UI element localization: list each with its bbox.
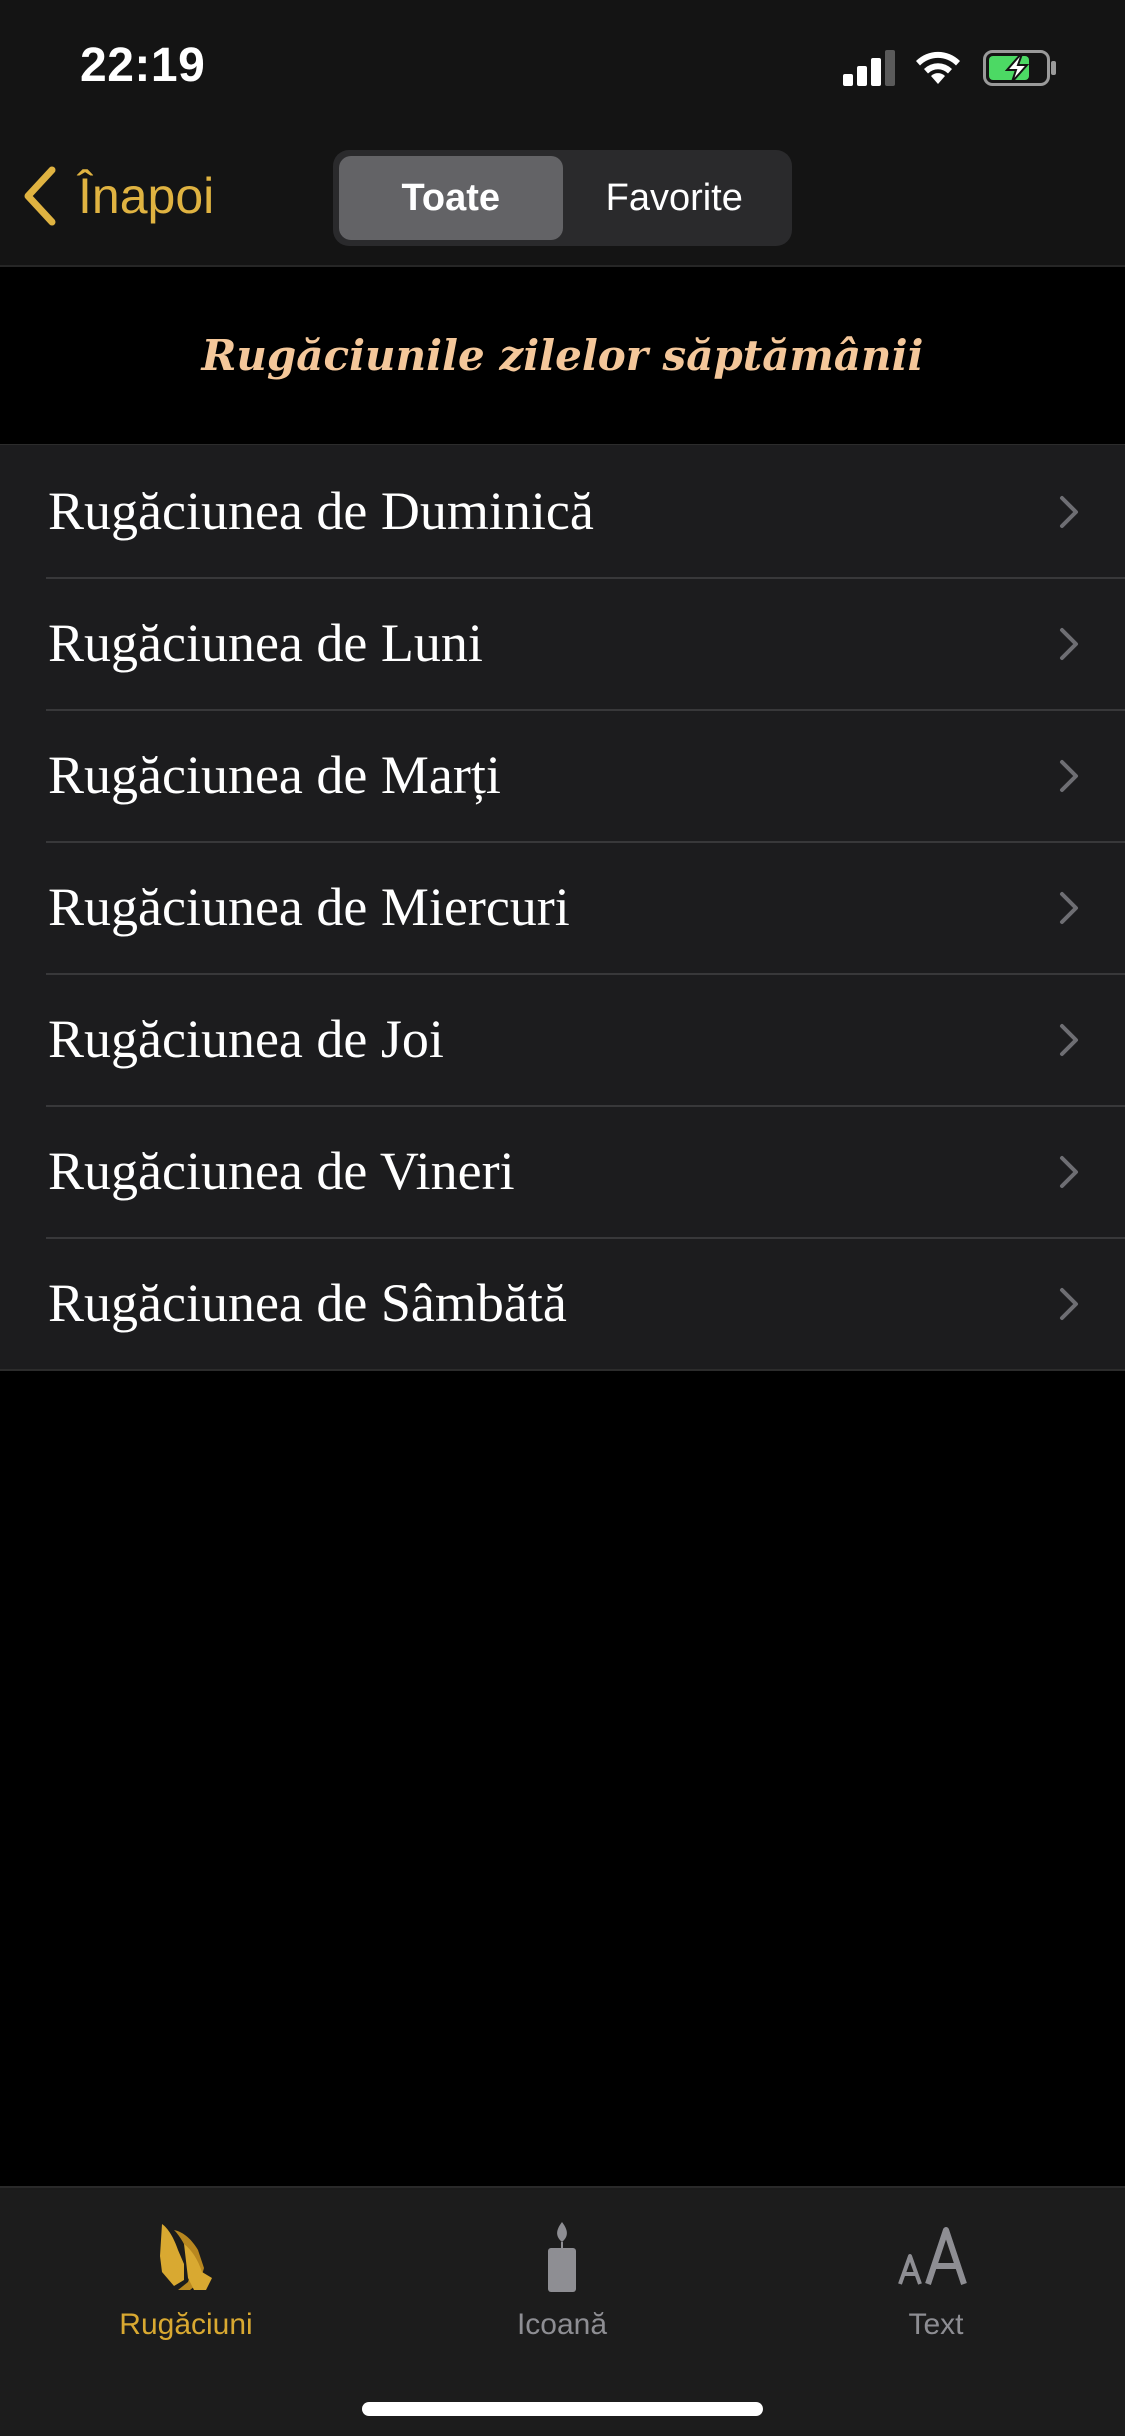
list-item-label: Rugăciunea de Duminică [48,481,594,541]
tab-label: Rugăciuni [119,2308,253,2341]
wifi-icon [916,51,960,84]
back-button[interactable]: Înapoi [22,161,214,231]
list-item-miercuri[interactable]: Rugăciunea de Miercuri [0,841,1125,973]
status-time: 22:19 [80,39,206,92]
filter-segmented-control: Toate Favorite [333,150,792,246]
chevron-left-icon [24,166,56,226]
list-item-label: Rugăciunea de Sâmbătă [48,1273,567,1333]
chevron-right-icon [1060,628,1078,660]
list-item-duminica[interactable]: Rugăciunea de Duminică [0,445,1125,577]
chevron-right-icon [1060,1024,1078,1056]
tab-text[interactable]: Text [806,2208,1066,2348]
status-bar: 22:19 [0,0,1125,135]
list-item-label: Rugăciunea de Joi [48,1009,444,1069]
tab-label: Text [908,2308,964,2341]
tab-label: Icoană [516,2308,608,2341]
tab-icoana[interactable]: Icoană [432,2208,692,2348]
tab-bar: Rugăciuni Icoană Text [0,2186,1125,2436]
section-header: Rugăciunile zilelor săptămânii [0,267,1125,446]
segment-favorites[interactable]: Favorite [563,156,787,240]
list-item-joi[interactable]: Rugăciunea de Joi [0,973,1125,1105]
segment-all[interactable]: Toate [339,156,563,240]
list-item-label: Rugăciunea de Vineri [48,1141,515,1201]
section-title: Rugăciunile zilelor săptămânii [201,331,924,380]
navigation-bar: Înapoi Toate Favorite [0,135,1125,267]
tab-rugaciuni[interactable]: Rugăciuni [56,2208,316,2348]
list-item-label: Rugăciunea de Marți [48,745,501,805]
praying-hands-icon [160,2224,212,2290]
chevron-right-icon [1060,892,1078,924]
back-button-label: Înapoi [78,168,215,224]
candle-icon [548,2222,576,2292]
list-item-luni[interactable]: Rugăciunea de Luni [0,577,1125,709]
chevron-right-icon [1060,496,1078,528]
text-size-icon [898,2227,967,2285]
list-item-marti[interactable]: Rugăciunea de Marți [0,709,1125,841]
app-screen: 22:19 Înapoi Toate Favorite Rugăciunile … [0,0,1125,2436]
chevron-right-icon [1060,1156,1078,1188]
list-item-sambata[interactable]: Rugăciunea de Sâmbătă [0,1237,1125,1369]
chevron-right-icon [1060,760,1078,792]
prayer-list: Rugăciunea de Duminică Rugăciunea de Lun… [0,445,1125,1371]
list-item-label: Rugăciunea de Luni [48,613,483,673]
list-item-label: Rugăciunea de Miercuri [48,877,570,937]
cellular-signal-icon [843,50,895,86]
battery-charging-icon [983,50,1056,86]
home-indicator[interactable] [362,2402,763,2416]
chevron-right-icon [1060,1288,1078,1320]
list-item-vineri[interactable]: Rugăciunea de Vineri [0,1105,1125,1237]
